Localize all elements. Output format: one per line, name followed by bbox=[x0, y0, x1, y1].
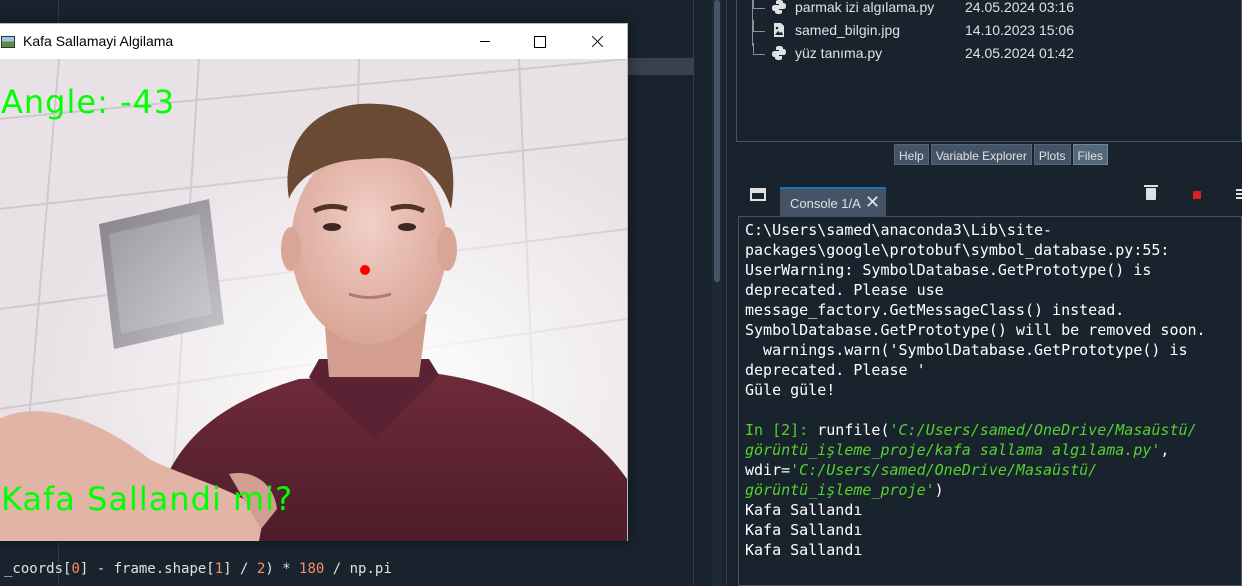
tab-files[interactable]: Files bbox=[1072, 144, 1108, 165]
camera-frame: Angle: -43 Kafa Sallandi mi? bbox=[0, 59, 627, 541]
webcam-image bbox=[0, 59, 627, 541]
minimize-button[interactable] bbox=[462, 24, 508, 59]
close-button[interactable] bbox=[574, 24, 620, 59]
console-tab-label: Console 1/A bbox=[790, 196, 861, 211]
file-date: 14.10.2023 15:06 bbox=[965, 22, 1074, 38]
nose-landmark-dot bbox=[360, 265, 370, 275]
face bbox=[291, 144, 447, 344]
tab-variable-explorer[interactable]: Variable Explorer bbox=[930, 144, 1032, 165]
maximize-button[interactable] bbox=[517, 24, 563, 59]
opencv-window[interactable]: Kafa Sallamayi Algilama Angle: -43 Kafa … bbox=[0, 23, 628, 541]
file-name: samed_bilgin.jpg bbox=[795, 22, 901, 38]
console-prompt: In [2]: bbox=[745, 421, 818, 439]
console-output[interactable]: C:\Users\samed\anaconda3\Lib\site- packa… bbox=[738, 216, 1242, 586]
app-icon bbox=[1, 36, 15, 48]
python-file-icon bbox=[772, 0, 786, 14]
stop-icon[interactable] bbox=[1193, 191, 1201, 199]
console-window-icon[interactable] bbox=[750, 188, 766, 201]
editor-scrollbar[interactable] bbox=[712, 0, 722, 586]
editor-margin-line bbox=[693, 0, 694, 586]
file-name: parmak izi algılama.py bbox=[795, 0, 935, 15]
file-date: 24.05.2024 01:42 bbox=[965, 45, 1074, 61]
tree-connector bbox=[753, 0, 765, 9]
tree-connector bbox=[753, 43, 765, 55]
file-name: yüz tanıma.py bbox=[795, 45, 883, 61]
tree-trunk-line bbox=[752, 0, 753, 46]
tree-connector bbox=[753, 20, 765, 32]
angle-overlay-text: Angle: -43 bbox=[1, 83, 176, 121]
pane-tab-bar: Help Variable Explorer Plots Files bbox=[894, 144, 1108, 165]
tab-console[interactable]: Console 1/A ✕ bbox=[780, 187, 886, 217]
image-file-icon bbox=[774, 23, 784, 37]
menu-icon[interactable] bbox=[1236, 189, 1242, 199]
window-title: Kafa Sallamayi Algilama bbox=[23, 33, 174, 49]
tab-help[interactable]: Help bbox=[894, 144, 929, 165]
file-row[interactable]: yüz tanıma.py 24.05.2024 01:42 bbox=[737, 43, 1242, 66]
editor-scrollbar-thumb[interactable] bbox=[714, 0, 720, 282]
editor-current-line-highlight bbox=[628, 58, 694, 75]
file-row[interactable]: parmak izi algılama.py 24.05.2024 03:16 bbox=[737, 0, 1242, 20]
status-overlay-text: Kafa Sallandi mi? bbox=[1, 480, 294, 518]
console-header: Console 1/A ✕ bbox=[736, 172, 1242, 217]
editor-code-line[interactable]: _coords[0] - frame.shape[1] / 2) * 180 /… bbox=[4, 561, 392, 577]
trash-icon[interactable] bbox=[1144, 185, 1158, 200]
tab-plots[interactable]: Plots bbox=[1033, 144, 1071, 165]
window-titlebar[interactable]: Kafa Sallamayi Algilama bbox=[0, 24, 627, 59]
close-icon[interactable]: ✕ bbox=[865, 192, 880, 212]
file-date: 24.05.2024 03:16 bbox=[965, 0, 1074, 15]
pane-splitter[interactable] bbox=[726, 0, 736, 586]
console-text: C:\Users\samed\anaconda3\Lib\site- packa… bbox=[745, 221, 1206, 559]
files-pane: parmak izi algılama.py 24.05.2024 03:16 … bbox=[736, 0, 1242, 142]
file-row[interactable]: samed_bilgin.jpg 14.10.2023 15:06 bbox=[737, 20, 1242, 43]
python-file-icon bbox=[772, 46, 786, 60]
